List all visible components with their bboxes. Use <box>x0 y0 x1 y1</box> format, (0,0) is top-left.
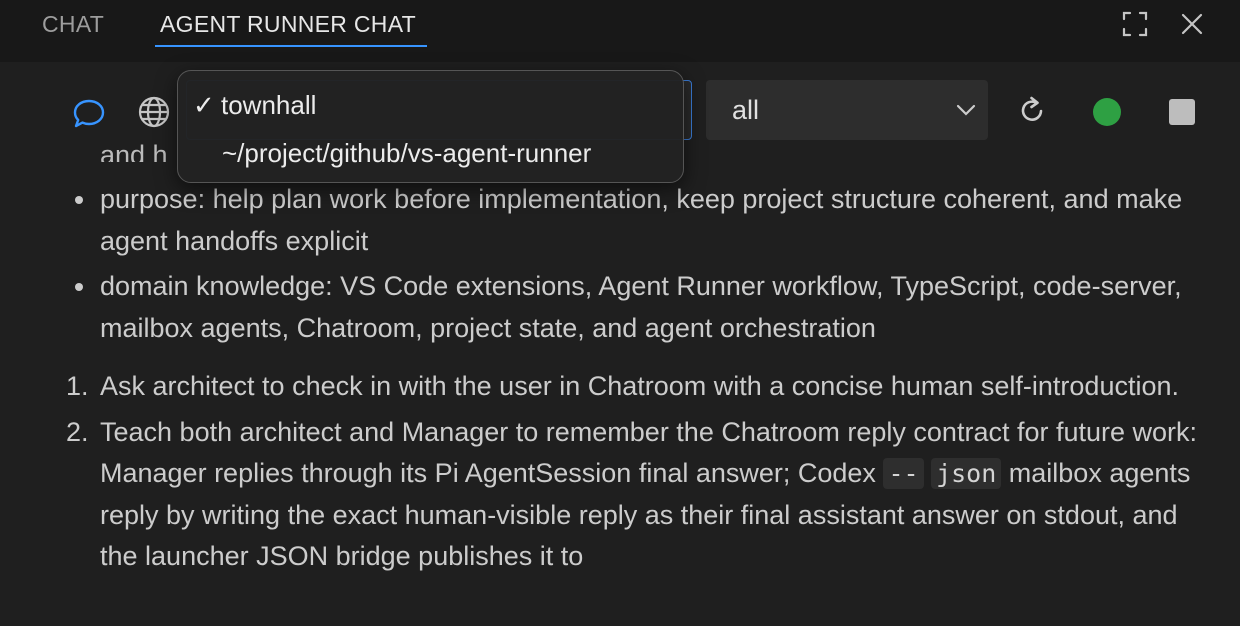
panel-tab-bar: CHAT AGENT RUNNER CHAT <box>0 0 1240 62</box>
globe-button[interactable] <box>137 95 171 129</box>
active-tab-indicator <box>155 45 427 47</box>
option-label: townhall <box>221 90 317 120</box>
status-indicator <box>1092 97 1122 127</box>
list-item: 2. Teach both architect and Manager to r… <box>0 412 1210 578</box>
filter-select[interactable]: all <box>706 80 988 140</box>
dropdown-option-project-path[interactable]: ~/project/github/vs-agent-runner <box>222 138 591 169</box>
globe-icon <box>138 96 170 128</box>
chat-message-body: and h purpose: help plan work before imp… <box>0 140 1240 626</box>
numbered-list: 1. Ask architect to check in with the us… <box>0 366 1210 582</box>
chat-bubble-icon <box>73 99 105 128</box>
refresh-button[interactable] <box>1014 93 1050 129</box>
refresh-icon <box>1021 96 1043 121</box>
status-dot-icon <box>1093 98 1121 126</box>
stop-button[interactable] <box>1168 98 1196 126</box>
list-item: domain knowledge: VS Code extensions, Ag… <box>0 266 1210 349</box>
option-label: ~/project/github/vs-agent-runner <box>222 138 592 168</box>
bullet-list: purpose: help plan work before implement… <box>0 179 1210 353</box>
inline-code: -- <box>883 458 924 489</box>
list-item-text: Ask architect to check in with the user … <box>100 371 1179 401</box>
filter-select-value: all <box>732 95 760 125</box>
maximize-button[interactable] <box>1119 8 1151 40</box>
list-number: 2. <box>66 416 89 447</box>
dropdown-option-townhall[interactable]: ✓ townhall <box>193 90 316 121</box>
list-item: 1. Ask architect to check in with the us… <box>0 366 1210 408</box>
partial-text-line: and h <box>100 140 168 162</box>
checkmark-icon: ✓ <box>193 90 215 120</box>
list-item: purpose: help plan work before implement… <box>0 179 1210 262</box>
inline-code: json <box>931 458 1002 489</box>
chevron-down-icon <box>956 104 976 116</box>
close-icon <box>1181 13 1203 35</box>
session-dropdown-menu: ✓ townhall ~/project/github/vs-agent-runn… <box>177 70 684 183</box>
stop-icon <box>1169 99 1195 125</box>
list-number: 1. <box>66 371 89 401</box>
chat-toggle-button[interactable] <box>72 96 106 130</box>
close-button[interactable] <box>1176 8 1208 40</box>
tab-agent-runner-chat[interactable]: AGENT RUNNER CHAT <box>160 10 416 38</box>
tab-chat[interactable]: CHAT <box>42 10 104 38</box>
maximize-icon <box>1122 11 1148 37</box>
